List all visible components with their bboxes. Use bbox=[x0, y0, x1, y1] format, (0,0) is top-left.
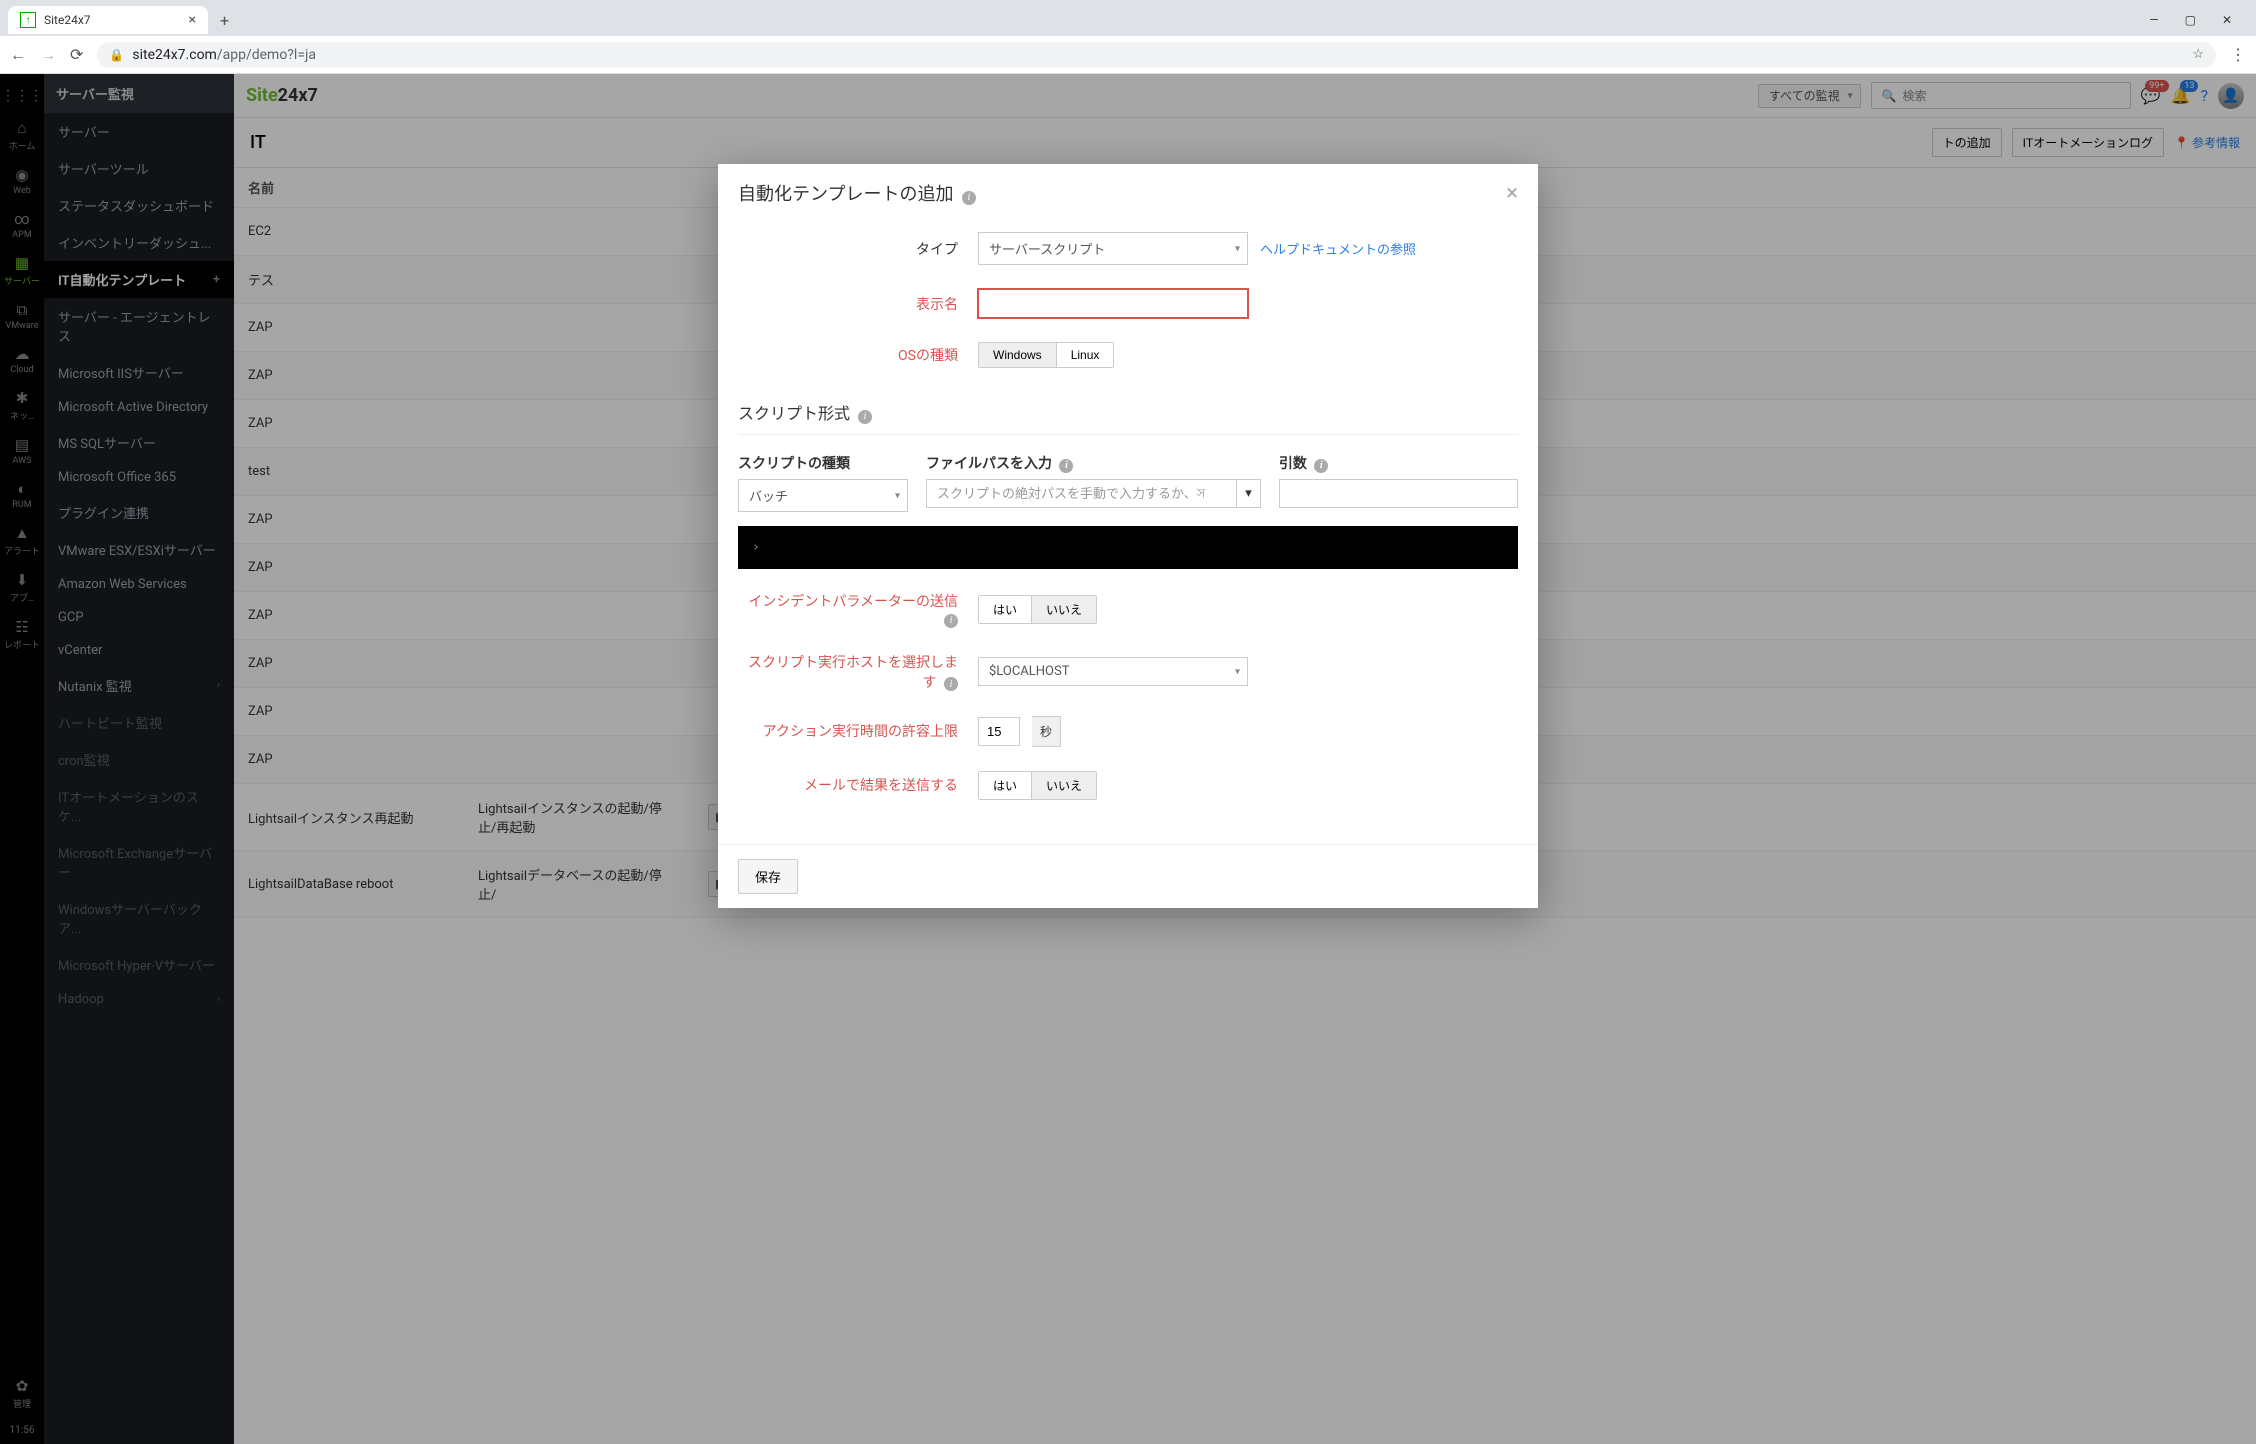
args-input[interactable] bbox=[1279, 479, 1518, 508]
save-button[interactable]: 保存 bbox=[738, 859, 798, 894]
modal-footer: 保存 bbox=[718, 844, 1538, 908]
minimize-icon[interactable]: — bbox=[2145, 9, 2162, 31]
timeout-input[interactable] bbox=[978, 717, 1020, 746]
script-row: スクリプトの種類 バッチ ファイルパスを入力 i ▾ 引数 i bbox=[738, 453, 1518, 512]
app-root: ⋮⋮⋮ ⌂ホーム◉Web∞APM▦サーバー⧉VMware☁Cloud✱ネッ…▤A… bbox=[0, 74, 2256, 1444]
os-label: OSの種類 bbox=[738, 345, 978, 365]
host-label: スクリプト実行ホストを選択します i bbox=[738, 652, 978, 692]
browser-chrome: ↑ Site24x7 × + — ▢ ✕ ← → ⟳ 🔒 site24x7.co… bbox=[0, 0, 2256, 74]
chevron-right-icon: › bbox=[752, 540, 760, 555]
os-toggle: Windows Linux bbox=[978, 342, 1114, 368]
info-icon[interactable]: i bbox=[962, 191, 976, 205]
tab-bar: ↑ Site24x7 × + — ▢ ✕ bbox=[0, 0, 2256, 36]
modal-title: 自動化テンプレートの追加 i bbox=[738, 180, 976, 206]
type-label: タイプ bbox=[738, 239, 978, 259]
display-name-input[interactable] bbox=[978, 289, 1248, 318]
row-os: OSの種類 Windows Linux bbox=[738, 342, 1518, 368]
row-type: タイプ サーバースクリプト ヘルプドキュメントの参照 bbox=[738, 232, 1518, 265]
tab-close-icon[interactable]: × bbox=[189, 12, 196, 28]
browser-menu-icon[interactable]: ⋮ bbox=[2230, 45, 2246, 64]
mail-label: メールで結果を送信する bbox=[738, 775, 978, 795]
new-tab-button[interactable]: + bbox=[212, 7, 237, 34]
display-name-label: 表示名 bbox=[738, 294, 978, 314]
row-host: スクリプト実行ホストを選択します i $LOCALHOST bbox=[738, 652, 1518, 692]
info-icon[interactable]: i bbox=[1059, 459, 1073, 473]
add-template-modal: 自動化テンプレートの追加 i × タイプ サーバースクリプト ヘルプドキュメント… bbox=[718, 164, 1538, 908]
info-icon[interactable]: i bbox=[1314, 459, 1328, 473]
incident-param-label: インシデントパラメーターの送信 i bbox=[738, 591, 978, 628]
os-windows-button[interactable]: Windows bbox=[979, 343, 1056, 367]
row-timeout: アクション実行時間の許容上限 秒 bbox=[738, 716, 1518, 747]
type-value: サーバースクリプト bbox=[978, 232, 1248, 265]
row-incident-param: インシデントパラメーターの送信 i はい いいえ bbox=[738, 591, 1518, 628]
timeout-unit: 秒 bbox=[1032, 716, 1061, 747]
incident-param-toggle: はい いいえ bbox=[978, 595, 1097, 624]
url-text: site24x7.com/app/demo?l=ja bbox=[132, 47, 316, 63]
script-type-select[interactable]: バッチ bbox=[738, 479, 908, 512]
forward-button[interactable]: → bbox=[40, 45, 56, 65]
favicon-icon: ↑ bbox=[20, 12, 36, 28]
os-linux-button[interactable]: Linux bbox=[1056, 343, 1114, 367]
help-doc-link[interactable]: ヘルプドキュメントの参照 bbox=[1260, 239, 1416, 258]
url-bar[interactable]: 🔒 site24x7.com/app/demo?l=ja ☆ bbox=[97, 42, 2216, 68]
url-path: /app/demo?l=ja bbox=[217, 47, 316, 63]
tab-title: Site24x7 bbox=[44, 13, 91, 27]
modal-body: タイプ サーバースクリプト ヘルプドキュメントの参照 表示名 OS bbox=[718, 222, 1538, 844]
mail-toggle: はい いいえ bbox=[978, 771, 1097, 800]
host-select[interactable]: $LOCALHOST bbox=[978, 657, 1248, 686]
incident-no-button[interactable]: いいえ bbox=[1031, 596, 1096, 623]
bookmark-star-icon[interactable]: ☆ bbox=[2192, 47, 2204, 62]
row-mail: メールで結果を送信する はい いいえ bbox=[738, 771, 1518, 800]
url-host: site24x7.com bbox=[132, 47, 216, 63]
script-preview: › bbox=[738, 526, 1518, 569]
script-type-label: スクリプトの種類 bbox=[738, 453, 908, 473]
modal-overlay: 自動化テンプレートの追加 i × タイプ サーバースクリプト ヘルプドキュメント… bbox=[0, 74, 2256, 1444]
info-icon[interactable]: i bbox=[858, 410, 872, 424]
maximize-icon[interactable]: ▢ bbox=[2181, 9, 2200, 31]
incident-yes-button[interactable]: はい bbox=[979, 596, 1031, 623]
window-controls: — ▢ ✕ bbox=[2145, 9, 2248, 31]
mail-yes-button[interactable]: はい bbox=[979, 772, 1031, 799]
file-path-dropdown-button[interactable]: ▾ bbox=[1237, 479, 1261, 508]
script-section-title: スクリプト形式 i bbox=[738, 392, 1518, 435]
modal-close-button[interactable]: × bbox=[1506, 181, 1518, 206]
info-icon[interactable]: i bbox=[944, 677, 958, 691]
timeout-label: アクション実行時間の許容上限 bbox=[738, 721, 978, 741]
file-path-label: ファイルパスを入力 i bbox=[926, 453, 1261, 473]
reload-button[interactable]: ⟳ bbox=[70, 45, 83, 64]
back-button[interactable]: ← bbox=[10, 45, 26, 65]
script-type-value: バッチ bbox=[738, 479, 908, 512]
host-value: $LOCALHOST bbox=[978, 657, 1248, 686]
info-icon[interactable]: i bbox=[944, 614, 958, 628]
browser-tab[interactable]: ↑ Site24x7 × bbox=[8, 6, 208, 34]
file-path-input[interactable] bbox=[926, 479, 1237, 508]
mail-no-button[interactable]: いいえ bbox=[1031, 772, 1096, 799]
row-display-name: 表示名 bbox=[738, 289, 1518, 318]
browser-toolbar: ← → ⟳ 🔒 site24x7.com/app/demo?l=ja ☆ ⋮ bbox=[0, 36, 2256, 74]
file-path-input-group: ▾ bbox=[926, 479, 1261, 508]
lock-icon: 🔒 bbox=[109, 48, 124, 62]
args-label: 引数 i bbox=[1279, 453, 1518, 473]
type-select[interactable]: サーバースクリプト bbox=[978, 232, 1248, 265]
modal-header: 自動化テンプレートの追加 i × bbox=[718, 164, 1538, 222]
close-window-icon[interactable]: ✕ bbox=[2218, 9, 2236, 31]
